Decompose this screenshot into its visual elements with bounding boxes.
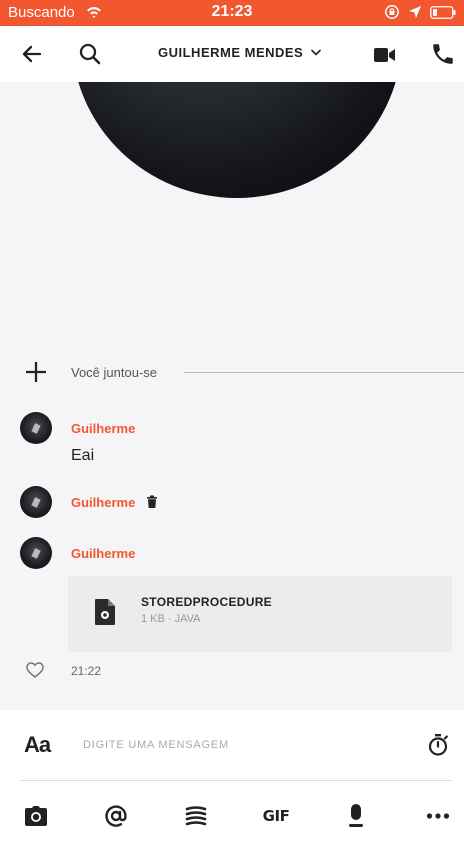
chat-header: GUILHERME MENDES: [0, 26, 464, 82]
microphone-button[interactable]: [342, 802, 370, 830]
sender-name[interactable]: Guilherme: [71, 495, 135, 510]
composer: Aa GIF: [0, 710, 464, 848]
mention-button[interactable]: [102, 802, 130, 830]
camera-icon: [25, 806, 47, 826]
location-arrow-icon: [409, 6, 421, 18]
camera-button[interactable]: [22, 802, 50, 830]
message-timestamp: 21:22: [71, 664, 102, 678]
sticker-button[interactable]: [182, 802, 210, 830]
back-arrow-icon[interactable]: [20, 42, 44, 66]
battery-icon: [430, 5, 456, 19]
microphone-icon: [349, 804, 363, 827]
phone-icon[interactable]: [430, 41, 456, 67]
file-name: STOREDPROCEDURE: [141, 595, 272, 609]
message-input[interactable]: [83, 734, 403, 756]
text-format-button[interactable]: Aa: [24, 732, 51, 758]
avatar[interactable]: [20, 486, 52, 518]
message-text[interactable]: Eai: [71, 447, 94, 465]
gif-icon: GIF: [262, 807, 290, 825]
chevron-down-icon: [311, 49, 322, 56]
more-icon: [426, 813, 450, 819]
plus-icon: [26, 362, 46, 382]
file-icon: [95, 599, 115, 625]
join-text: Você juntou-se: [71, 365, 158, 380]
sticker-icon: [185, 806, 207, 826]
heart-icon[interactable]: [26, 662, 44, 678]
video-camera-icon[interactable]: [373, 43, 397, 67]
mention-icon: [105, 805, 127, 827]
sender-name[interactable]: Guilherme: [71, 546, 135, 561]
file-attachment[interactable]: STOREDPROCEDURE 1 KB · JAVA: [68, 576, 452, 652]
trash-icon: [147, 495, 157, 508]
composer-toolbar: GIF: [0, 802, 464, 834]
avatar[interactable]: [20, 537, 52, 569]
status-bar: Buscando 21:23: [0, 0, 464, 26]
sender-name[interactable]: Guilherme: [71, 421, 135, 436]
join-notice: Você juntou-se: [0, 360, 464, 384]
gif-button[interactable]: GIF: [262, 802, 290, 830]
search-icon[interactable]: [78, 42, 102, 66]
orientation-lock-icon: [385, 5, 399, 19]
status-indicators: [384, 4, 456, 20]
conversation-title[interactable]: GUILHERME MENDES: [158, 45, 322, 60]
avatar[interactable]: [20, 412, 52, 444]
conversation-title-text: GUILHERME MENDES: [158, 45, 304, 60]
timer-icon[interactable]: [427, 733, 449, 757]
divider-line: [184, 372, 464, 373]
profile-photo: [72, 82, 402, 198]
more-button[interactable]: [424, 802, 452, 830]
conversation-area[interactable]: Você juntou-se Guilherme Eai Guilherme G…: [0, 82, 464, 710]
file-meta: 1 KB · JAVA: [141, 613, 201, 625]
composer-divider: [20, 780, 452, 781]
